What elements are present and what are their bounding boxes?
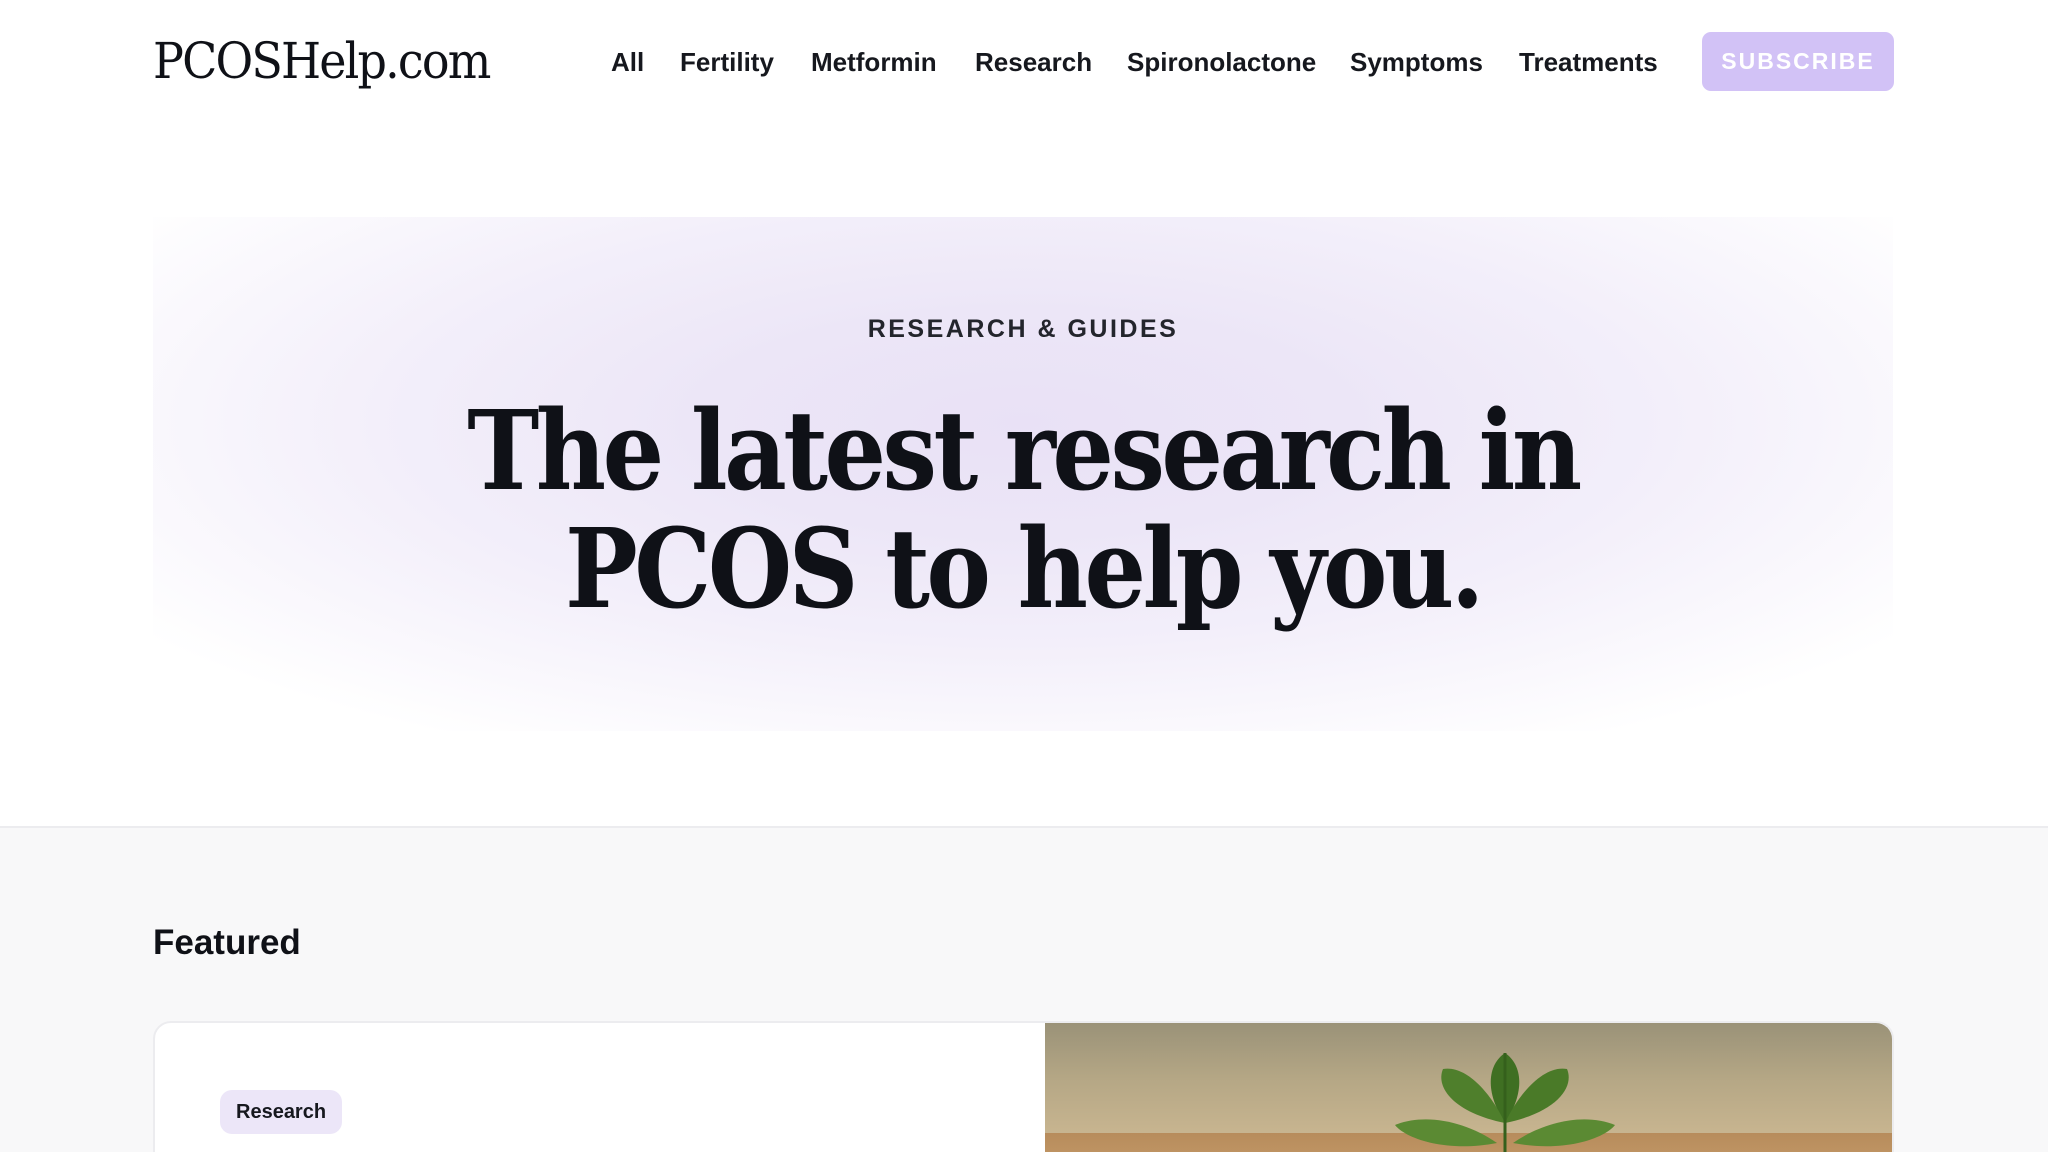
hero-title-line-2: PCOS to help you. [565, 504, 1484, 633]
hero-title-line-1: The latest research in [467, 386, 1582, 515]
nav-item-research[interactable]: Research [975, 40, 1092, 84]
featured-section: Featured Research [0, 828, 2048, 1152]
hero-section: RESEARCH & GUIDES The latest research in… [153, 217, 1893, 731]
nav-item-spironolactone[interactable]: Spironolactone [1127, 40, 1316, 84]
featured-heading: Featured [153, 923, 301, 962]
category-tag[interactable]: Research [220, 1090, 343, 1134]
subscribe-button[interactable]: SUBSCRIBE [1702, 32, 1894, 91]
nav-item-symptoms[interactable]: Symptoms [1350, 40, 1483, 84]
site-logo[interactable]: PCOSHelp.com [153, 26, 491, 96]
nav-item-fertility[interactable]: Fertility [680, 40, 774, 84]
hero-eyebrow: RESEARCH & GUIDES [867, 315, 1179, 343]
leaf-plant-icon [1395, 1053, 1615, 1152]
nav-item-all[interactable]: All [611, 40, 644, 84]
featured-article-card[interactable]: Research [153, 1021, 1894, 1152]
nav-item-metformin[interactable]: Metformin [811, 40, 937, 84]
featured-image[interactable] [1045, 1023, 1892, 1152]
site-header: PCOSHelp.com All Fertility Metformin Res… [0, 0, 2048, 124]
nav-item-treatments[interactable]: Treatments [1519, 40, 1658, 84]
hero-title: The latest research in PCOS to help you. [153, 392, 1893, 628]
